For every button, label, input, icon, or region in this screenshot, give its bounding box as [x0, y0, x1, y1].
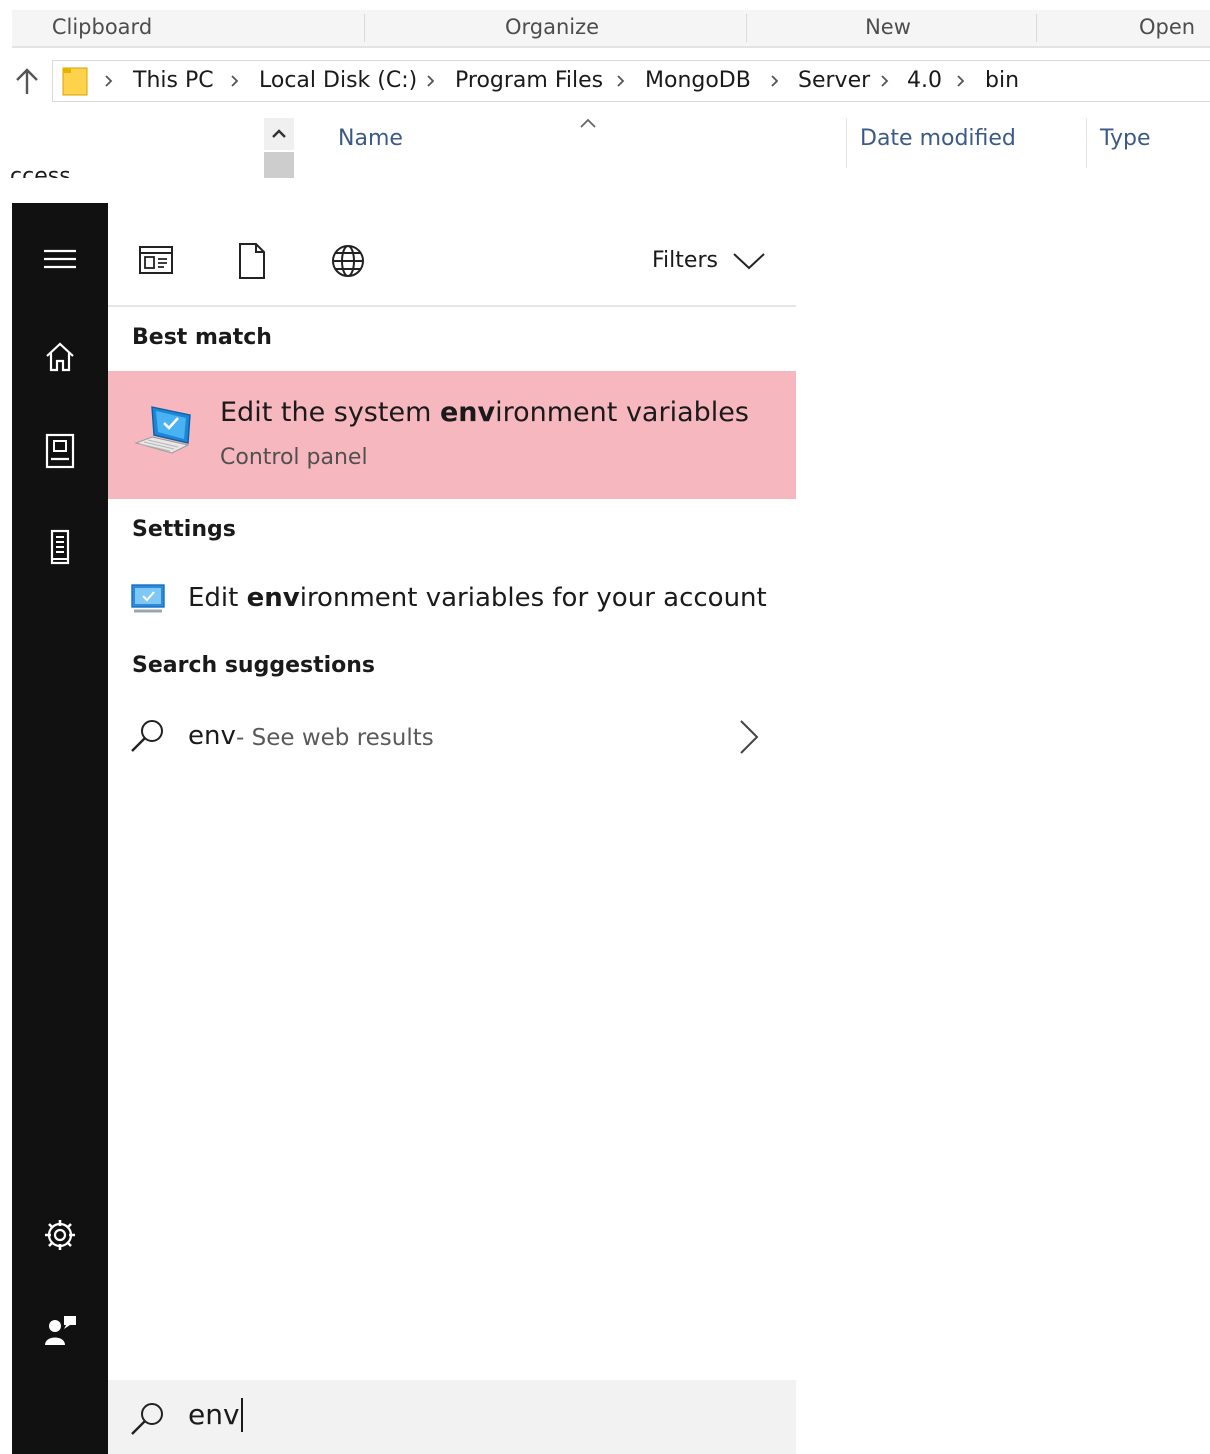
breadcrumb-this-pc[interactable]: This PC — [133, 61, 214, 101]
column-header-name[interactable]: Name — [338, 126, 403, 151]
suggestion-query: env — [188, 721, 236, 751]
apps-icon[interactable] — [136, 241, 176, 281]
column-header-type[interactable]: Type — [1100, 126, 1151, 151]
best-match-result[interactable]: Edit the system environment variables Co… — [108, 371, 796, 499]
search-box[interactable]: env — [108, 1380, 796, 1454]
contact-card-icon[interactable] — [42, 433, 78, 469]
start-menu-rail — [12, 203, 108, 1454]
sort-ascending-icon — [580, 118, 596, 128]
suggestion-hint: - See web results — [236, 725, 434, 751]
web-suggestion-result[interactable]: env - See web results — [108, 703, 796, 773]
breadcrumb-mongodb[interactable]: MongoDB — [645, 61, 751, 101]
phone-tower-icon[interactable] — [42, 529, 78, 565]
breadcrumb-version[interactable]: 4.0 — [907, 61, 942, 101]
folder-icon — [62, 67, 88, 96]
nav-pane-quick-access-fragment[interactable]: ccess — [10, 158, 71, 178]
settings-heading: Settings — [132, 517, 236, 542]
chevron-down-icon[interactable] — [732, 251, 766, 271]
chevron-up-icon — [272, 129, 286, 138]
chevron-right-icon[interactable] — [955, 73, 967, 89]
ribbon-group-organize: Organize — [504, 15, 600, 39]
arrow-up-icon — [16, 68, 38, 94]
document-icon[interactable] — [232, 241, 272, 281]
chevron-right-icon — [105, 75, 113, 87]
scrollbar-thumb[interactable] — [264, 152, 294, 178]
hamburger-icon[interactable] — [42, 241, 78, 277]
search-results-panel: Filters Best match Edit the system envir… — [108, 203, 796, 1454]
column-header-date-modified[interactable]: Date modified — [860, 126, 1016, 151]
best-match-heading: Best match — [132, 325, 272, 350]
best-match-title: Edit the system environment variables — [220, 397, 749, 428]
chevron-right-icon[interactable] — [615, 73, 627, 89]
panel-divider — [108, 305, 796, 307]
system-properties-icon — [134, 406, 191, 454]
ribbon-group-clipboard: Clipboard — [51, 15, 153, 39]
search-suggestions-heading: Search suggestions — [132, 653, 376, 678]
monitor-settings-icon — [131, 584, 165, 613]
filters-dropdown[interactable]: Filters — [652, 241, 718, 281]
user-feedback-icon[interactable] — [42, 1313, 78, 1349]
search-icon — [131, 720, 163, 752]
address-bar[interactable]: This PC Local Disk (C:) Program Files Mo… — [52, 60, 1210, 102]
ribbon-separator — [746, 14, 747, 42]
column-divider[interactable] — [846, 118, 847, 168]
breadcrumb-program-files[interactable]: Program Files — [455, 61, 603, 101]
settings-result[interactable]: Edit environment variables for your acco… — [108, 569, 796, 633]
breadcrumb-server[interactable]: Server — [798, 61, 870, 101]
ribbon-separator — [1036, 14, 1037, 42]
chevron-right-icon[interactable] — [734, 717, 764, 757]
best-match-subtitle: Control panel — [220, 445, 368, 470]
web-globe-icon[interactable] — [328, 241, 368, 281]
up-button[interactable] — [12, 64, 42, 98]
ribbon-group-open: Open — [1138, 15, 1196, 39]
chevron-right-icon[interactable] — [425, 73, 437, 89]
ribbon-group-bar: Clipboard Organize New Open — [12, 10, 1210, 48]
scrollbar-up-button[interactable] — [264, 118, 294, 150]
search-icon — [131, 1403, 163, 1435]
chevron-right-icon[interactable] — [769, 73, 781, 89]
chevron-right-icon[interactable] — [229, 73, 241, 89]
ribbon-separator — [364, 14, 365, 42]
ribbon-group-new: New — [865, 15, 911, 39]
chevron-right-icon[interactable] — [879, 73, 891, 89]
search-input[interactable]: env — [188, 1398, 243, 1432]
column-divider[interactable] — [1086, 118, 1087, 168]
gear-icon[interactable] — [42, 1217, 78, 1253]
home-icon[interactable] — [42, 339, 78, 375]
breadcrumb-bin[interactable]: bin — [985, 61, 1019, 101]
settings-result-text: Edit environment variables for your acco… — [188, 583, 767, 613]
breadcrumb-local-disk[interactable]: Local Disk (C:) — [259, 61, 417, 101]
